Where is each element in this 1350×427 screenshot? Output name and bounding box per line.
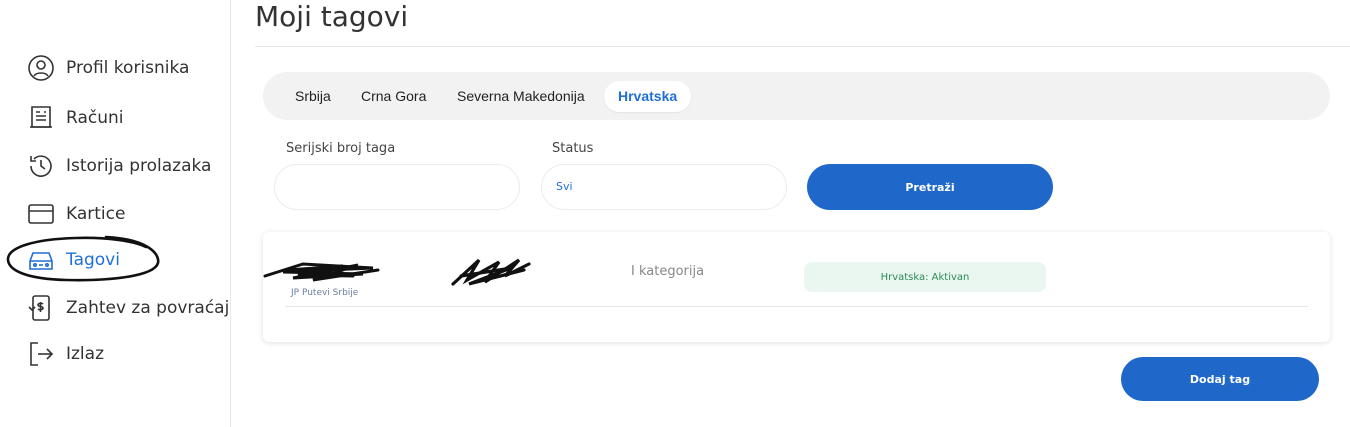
hand-drawn-circle-annotation	[6, 235, 160, 282]
tab-hrvatska[interactable]: Hrvatska	[604, 81, 692, 112]
sidebar-item-label: Zahtev za povraćaj	[66, 298, 230, 318]
serial-number-input[interactable]	[274, 164, 520, 210]
sidebar: Profil korisnika Računi Istorija prolaza…	[0, 0, 231, 427]
redaction-scribble	[263, 262, 380, 282]
add-tag-button[interactable]: Dodaj tag	[1121, 357, 1319, 401]
serial-number-label: Serijski broj taga	[286, 141, 396, 156]
country-tabs: Srbija Crna Gora Severna Makedonija Hrva…	[263, 72, 1330, 120]
tag-card: JP Putevi Srbije I kategorija Hrvatska: …	[263, 232, 1330, 342]
sidebar-item-izlaz[interactable]: Izlaz	[26, 337, 104, 371]
tag-category: I kategorija	[631, 264, 705, 279]
status-badge: Hrvatska: Aktivan	[804, 262, 1046, 292]
tab-srbija[interactable]: Srbija	[295, 81, 331, 112]
refund-icon	[28, 295, 50, 321]
sidebar-item-kartice[interactable]: Kartice	[26, 197, 125, 231]
row-divider	[285, 306, 1308, 307]
sidebar-item-racuni[interactable]: Računi	[26, 101, 123, 135]
sidebar-item-label: Računi	[66, 108, 124, 128]
redaction-scribble	[451, 258, 531, 286]
tab-crna-gora[interactable]: Crna Gora	[361, 81, 426, 112]
page-title: Moji tagovi	[255, 0, 409, 33]
sidebar-item-zahtev-za-povracaj[interactable]: Zahtev za povraćaj	[26, 291, 229, 325]
user-circle-icon	[28, 55, 54, 81]
sidebar-item-label: Istorija prolazaka	[66, 156, 212, 176]
tab-severna-makedonija[interactable]: Severna Makedonija	[457, 81, 585, 112]
sidebar-item-label: Kartice	[66, 204, 126, 224]
main-content: Moji tagovi Srbija Crna Gora Severna Mak…	[231, 0, 1350, 427]
title-divider	[255, 46, 1350, 47]
receipt-icon	[30, 106, 52, 128]
tag-issuer: JP Putevi Srbije	[291, 288, 359, 298]
search-button[interactable]: Pretraži	[807, 164, 1053, 210]
status-label: Status	[552, 141, 594, 156]
history-icon	[30, 155, 52, 177]
sidebar-item-istorija-prolazaka[interactable]: Istorija prolazaka	[26, 149, 211, 183]
sidebar-item-label: Izlaz	[66, 344, 105, 364]
logout-icon	[30, 342, 54, 366]
status-select[interactable]: Svi	[541, 164, 787, 210]
sidebar-item-label: Profil korisnika	[66, 58, 190, 78]
sidebar-item-profil-korisnika[interactable]: Profil korisnika	[26, 51, 189, 85]
credit-card-icon	[28, 204, 54, 224]
